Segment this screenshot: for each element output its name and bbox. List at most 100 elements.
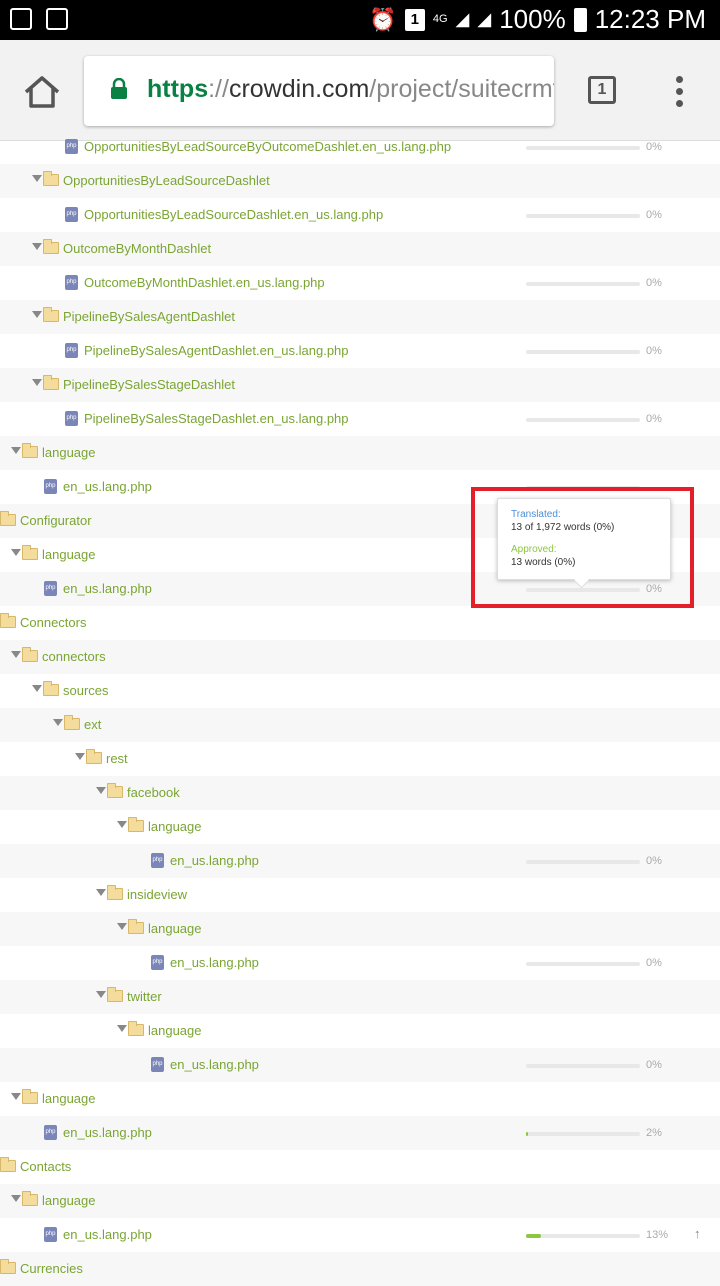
tree-folder-row[interactable]: facebook (0, 776, 720, 810)
tree-folder-row[interactable]: language (0, 1184, 720, 1218)
php-file-icon (65, 139, 78, 154)
folder-name[interactable]: OutcomeByMonthDashlet (63, 241, 211, 256)
folder-name[interactable]: facebook (127, 785, 180, 800)
tree-folder-row[interactable]: Connectors (0, 606, 720, 640)
folder-icon (43, 171, 59, 186)
expand-arrow-icon[interactable] (11, 549, 21, 556)
folder-name[interactable]: rest (106, 751, 128, 766)
tree-folder-row[interactable]: OutcomeByMonthDashlet (0, 232, 720, 266)
folder-name[interactable]: Configurator (20, 513, 92, 528)
url-scheme: https (147, 75, 209, 103)
expand-arrow-icon[interactable] (11, 1195, 21, 1202)
expand-arrow-icon[interactable] (32, 685, 42, 692)
folder-name[interactable]: insideview (127, 887, 187, 902)
expand-arrow-icon[interactable] (11, 651, 21, 658)
folder-name[interactable]: sources (63, 683, 109, 698)
folder-name[interactable]: ext (84, 717, 101, 732)
tree-folder-row[interactable]: language (0, 1014, 720, 1048)
tree-folder-row[interactable]: sources (0, 674, 720, 708)
tree-folder-row[interactable]: language (0, 810, 720, 844)
expand-arrow-icon[interactable] (11, 447, 21, 454)
folder-name[interactable]: Contacts (20, 1159, 71, 1174)
highlight-box (471, 487, 694, 608)
file-name[interactable]: en_us.lang.php (170, 853, 259, 868)
file-name[interactable]: OutcomeByMonthDashlet.en_us.lang.php (84, 275, 325, 290)
folder-name[interactable]: Connectors (20, 615, 86, 630)
tree-file-row[interactable]: en_us.lang.php 0% (0, 1048, 720, 1082)
file-name[interactable]: en_us.lang.php (170, 1057, 259, 1072)
tree-file-row[interactable]: OpportunitiesByLeadSourceDashlet.en_us.l… (0, 198, 720, 232)
file-name[interactable]: OpportunitiesByLeadSourceDashlet.en_us.l… (84, 207, 383, 222)
folder-name[interactable]: language (148, 819, 202, 834)
folder-icon (43, 239, 59, 254)
expand-arrow-icon[interactable] (32, 311, 42, 318)
file-name[interactable]: en_us.lang.php (63, 581, 152, 596)
expand-arrow-icon[interactable] (53, 719, 63, 726)
folder-name[interactable]: OpportunitiesByLeadSourceDashlet (63, 173, 270, 188)
tree-folder-row[interactable]: language (0, 1082, 720, 1116)
folder-name[interactable]: language (42, 1193, 96, 1208)
tree-file-row[interactable]: OpportunitiesByLeadSourceByOutcomeDashle… (0, 130, 720, 164)
tree-file-row[interactable]: en_us.lang.php 2% (0, 1116, 720, 1150)
tree-folder-row[interactable]: connectors (0, 640, 720, 674)
tree-folder-row[interactable]: PipelineBySalesStageDashlet (0, 368, 720, 402)
expand-arrow-icon[interactable] (96, 787, 106, 794)
tree-folder-row[interactable]: Currencies (0, 1252, 720, 1286)
folder-name[interactable]: PipelineBySalesAgentDashlet (63, 309, 235, 324)
progress-percent: 0% (646, 413, 662, 425)
tree-folder-row[interactable]: language (0, 436, 720, 470)
expand-arrow-icon[interactable] (96, 991, 106, 998)
tab-switcher-button[interactable]: 1 (588, 76, 616, 104)
expand-arrow-icon[interactable] (96, 889, 106, 896)
translation-progress-bar (526, 282, 640, 286)
file-name[interactable]: OpportunitiesByLeadSourceByOutcomeDashle… (84, 139, 451, 154)
tree-folder-row[interactable]: PipelineBySalesAgentDashlet (0, 300, 720, 334)
tree-folder-row[interactable]: insideview (0, 878, 720, 912)
folder-name[interactable]: twitter (127, 989, 162, 1004)
tree-file-row[interactable]: OutcomeByMonthDashlet.en_us.lang.php 0% (0, 266, 720, 300)
translation-progress-fill (526, 1234, 541, 1238)
url-bar[interactable]: https://crowdin.com/project/suitecrmtr (84, 56, 554, 126)
tree-file-row[interactable]: en_us.lang.php 0% (0, 946, 720, 980)
expand-arrow-icon[interactable] (75, 753, 85, 760)
home-icon[interactable] (22, 74, 62, 110)
folder-name[interactable]: Currencies (20, 1261, 83, 1276)
tree-folder-row[interactable]: language (0, 912, 720, 946)
tree-folder-row[interactable]: twitter (0, 980, 720, 1014)
tree-folder-row[interactable]: OpportunitiesByLeadSourceDashlet (0, 164, 720, 198)
tree-file-row[interactable]: en_us.lang.php 0% (0, 844, 720, 878)
php-file-icon (44, 581, 57, 596)
tree-folder-row[interactable]: Contacts (0, 1150, 720, 1184)
expand-arrow-icon[interactable] (117, 821, 127, 828)
scroll-top-icon[interactable]: ↑ (694, 1226, 701, 1241)
file-name[interactable]: PipelineBySalesAgentDashlet.en_us.lang.p… (84, 343, 349, 358)
folder-name[interactable]: language (148, 921, 202, 936)
tree-folder-row[interactable]: ext (0, 708, 720, 742)
expand-arrow-icon[interactable] (117, 1025, 127, 1032)
folder-name[interactable]: language (148, 1023, 202, 1038)
expand-arrow-icon[interactable] (32, 175, 42, 182)
tree-file-row[interactable]: en_us.lang.php 13% ↑ (0, 1218, 720, 1252)
file-name[interactable]: en_us.lang.php (63, 1125, 152, 1140)
expand-arrow-icon[interactable] (32, 379, 42, 386)
file-name[interactable]: en_us.lang.php (170, 955, 259, 970)
folder-name[interactable]: language (42, 445, 96, 460)
expand-arrow-icon[interactable] (117, 923, 127, 930)
expand-arrow-icon[interactable] (32, 243, 42, 250)
file-name[interactable]: en_us.lang.php (63, 479, 152, 494)
tree-file-row[interactable]: PipelineBySalesStageDashlet.en_us.lang.p… (0, 402, 720, 436)
folder-name[interactable]: language (42, 1091, 96, 1106)
translation-progress-bar (526, 1064, 640, 1068)
folder-name[interactable]: connectors (42, 649, 106, 664)
file-name[interactable]: PipelineBySalesStageDashlet.en_us.lang.p… (84, 411, 349, 426)
folder-name[interactable]: language (42, 547, 96, 562)
folder-icon (22, 545, 38, 560)
expand-arrow-icon[interactable] (11, 1093, 21, 1100)
file-name[interactable]: en_us.lang.php (63, 1227, 152, 1242)
overflow-menu-icon[interactable] (674, 76, 684, 108)
tree-file-row[interactable]: PipelineBySalesAgentDashlet.en_us.lang.p… (0, 334, 720, 368)
url-text: https://crowdin.com/project/suitecrmtr (147, 75, 554, 104)
folder-name[interactable]: PipelineBySalesStageDashlet (63, 377, 235, 392)
tree-folder-row[interactable]: rest (0, 742, 720, 776)
php-file-icon (65, 343, 78, 358)
